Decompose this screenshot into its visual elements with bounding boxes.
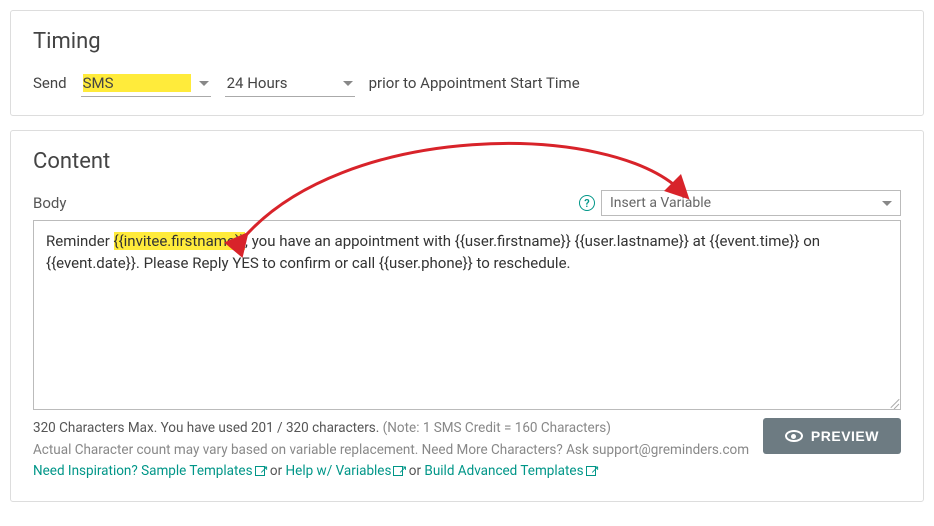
replacement-note: Actual Character count may vary based on… xyxy=(33,440,749,462)
body-label: Body xyxy=(33,194,66,212)
footer-text: 320 Characters Max. You have used 201 / … xyxy=(33,418,749,483)
body-header-row: Body ? Insert a Variable xyxy=(33,190,901,216)
chevron-down-icon xyxy=(199,81,209,86)
sep1: or xyxy=(267,463,286,479)
body-textarea[interactable]: Reminder {{invitee.firstname}}, you have… xyxy=(33,220,901,410)
timing-panel: Timing Send SMS 24 Hours prior to Appoin… xyxy=(10,10,924,116)
chevron-down-icon xyxy=(343,81,353,86)
char-note: (Note: 1 SMS Credit = 160 Characters) xyxy=(379,420,611,436)
preview-label: PREVIEW xyxy=(811,428,879,444)
resize-handle-icon[interactable] xyxy=(887,396,899,408)
external-link-icon xyxy=(586,466,596,476)
interval-value: 24 Hours xyxy=(227,74,335,92)
help-icon[interactable]: ? xyxy=(579,195,595,211)
channel-select[interactable]: SMS xyxy=(81,70,211,97)
body-text-highlight: {{invitee.firstname}} xyxy=(114,232,246,250)
body-text-prefix: Reminder xyxy=(46,232,114,250)
timing-heading: Timing xyxy=(33,29,901,54)
help-variables-link[interactable]: Help w/ Variables xyxy=(286,463,406,479)
variable-select[interactable]: Insert a Variable xyxy=(601,190,901,216)
interval-select[interactable]: 24 Hours xyxy=(225,70,355,97)
timing-row: Send SMS 24 Hours prior to Appointment S… xyxy=(33,70,901,97)
variable-placeholder: Insert a Variable xyxy=(610,195,882,211)
chevron-down-icon xyxy=(882,201,892,206)
footer-row: 320 Characters Max. You have used 201 / … xyxy=(33,418,901,483)
content-panel: Content Body ? Insert a Variable Reminde… xyxy=(10,130,924,502)
channel-value: SMS xyxy=(83,74,191,92)
advanced-templates-link[interactable]: Build Advanced Templates xyxy=(424,463,597,479)
send-label: Send xyxy=(33,74,67,92)
timing-suffix: prior to Appointment Start Time xyxy=(369,74,580,92)
eye-icon xyxy=(785,430,803,442)
char-counter: 320 Characters Max. You have used 201 / … xyxy=(33,420,379,436)
external-link-icon xyxy=(393,466,403,476)
content-heading: Content xyxy=(33,149,901,174)
sample-templates-link[interactable]: Need Inspiration? Sample Templates xyxy=(33,463,267,479)
sep2: or xyxy=(405,463,424,479)
external-link-icon xyxy=(255,466,265,476)
preview-button[interactable]: PREVIEW xyxy=(763,418,901,454)
